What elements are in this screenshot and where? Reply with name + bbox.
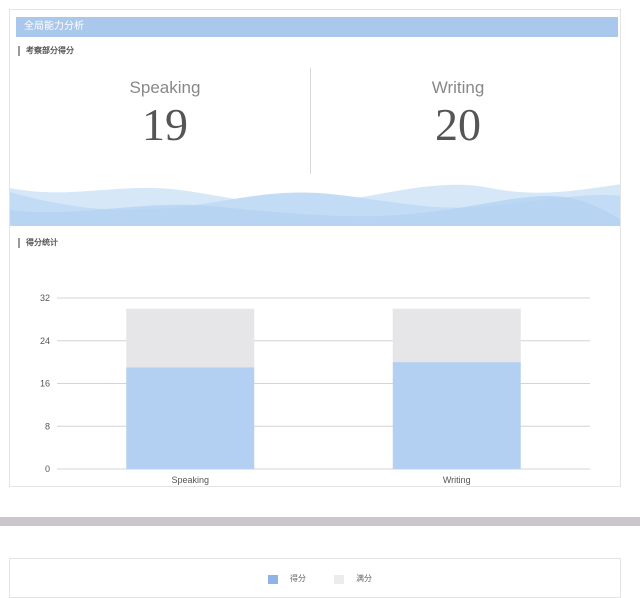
page-divider (0, 517, 640, 526)
score-bar-chart: 0 8 16 24 32 Speaking Writing (40, 293, 590, 485)
section-title-scores: 考察部分得分 (18, 46, 74, 56)
legend-item-score: 得分 (268, 574, 306, 584)
bar-full-speaking (126, 308, 255, 368)
legend-label-score: 得分 (290, 574, 306, 583)
y-tick-label: 16 (40, 379, 50, 389)
legend-swatch-score (268, 574, 278, 584)
bar-score-writing (392, 362, 521, 469)
score-label-writing: Writing (431, 78, 485, 97)
score-label-speaking: Speaking (129, 78, 201, 97)
chart-legend: 得分 满分 (0, 572, 640, 586)
legend-item-full: 满分 (334, 574, 372, 584)
x-tick-label: Speaking (171, 475, 209, 485)
score-writing: Writing 20 (308, 78, 608, 150)
score-value-speaking: 19 (142, 99, 188, 150)
bar-score-speaking (126, 367, 255, 469)
card-header: 全局能力分析 (16, 17, 618, 37)
y-tick-label: 0 (45, 464, 50, 474)
bar-full-writing (392, 308, 521, 363)
decorative-wave (10, 184, 620, 226)
legend-swatch-full (334, 574, 344, 584)
y-tick-label: 24 (40, 336, 50, 346)
score-value-writing: 20 (435, 99, 481, 150)
section-title-stats: 得分统计 (18, 238, 58, 248)
legend-label-full: 满分 (356, 574, 372, 583)
ability-analysis-card: 全局能力分析 考察部分得分 Speaking 19 Writing 20 得分统… (9, 9, 621, 487)
score-speaking: Speaking 19 (15, 78, 315, 150)
y-tick-label: 32 (40, 293, 50, 303)
y-tick-label: 8 (45, 421, 50, 431)
x-tick-label: Writing (443, 475, 471, 485)
